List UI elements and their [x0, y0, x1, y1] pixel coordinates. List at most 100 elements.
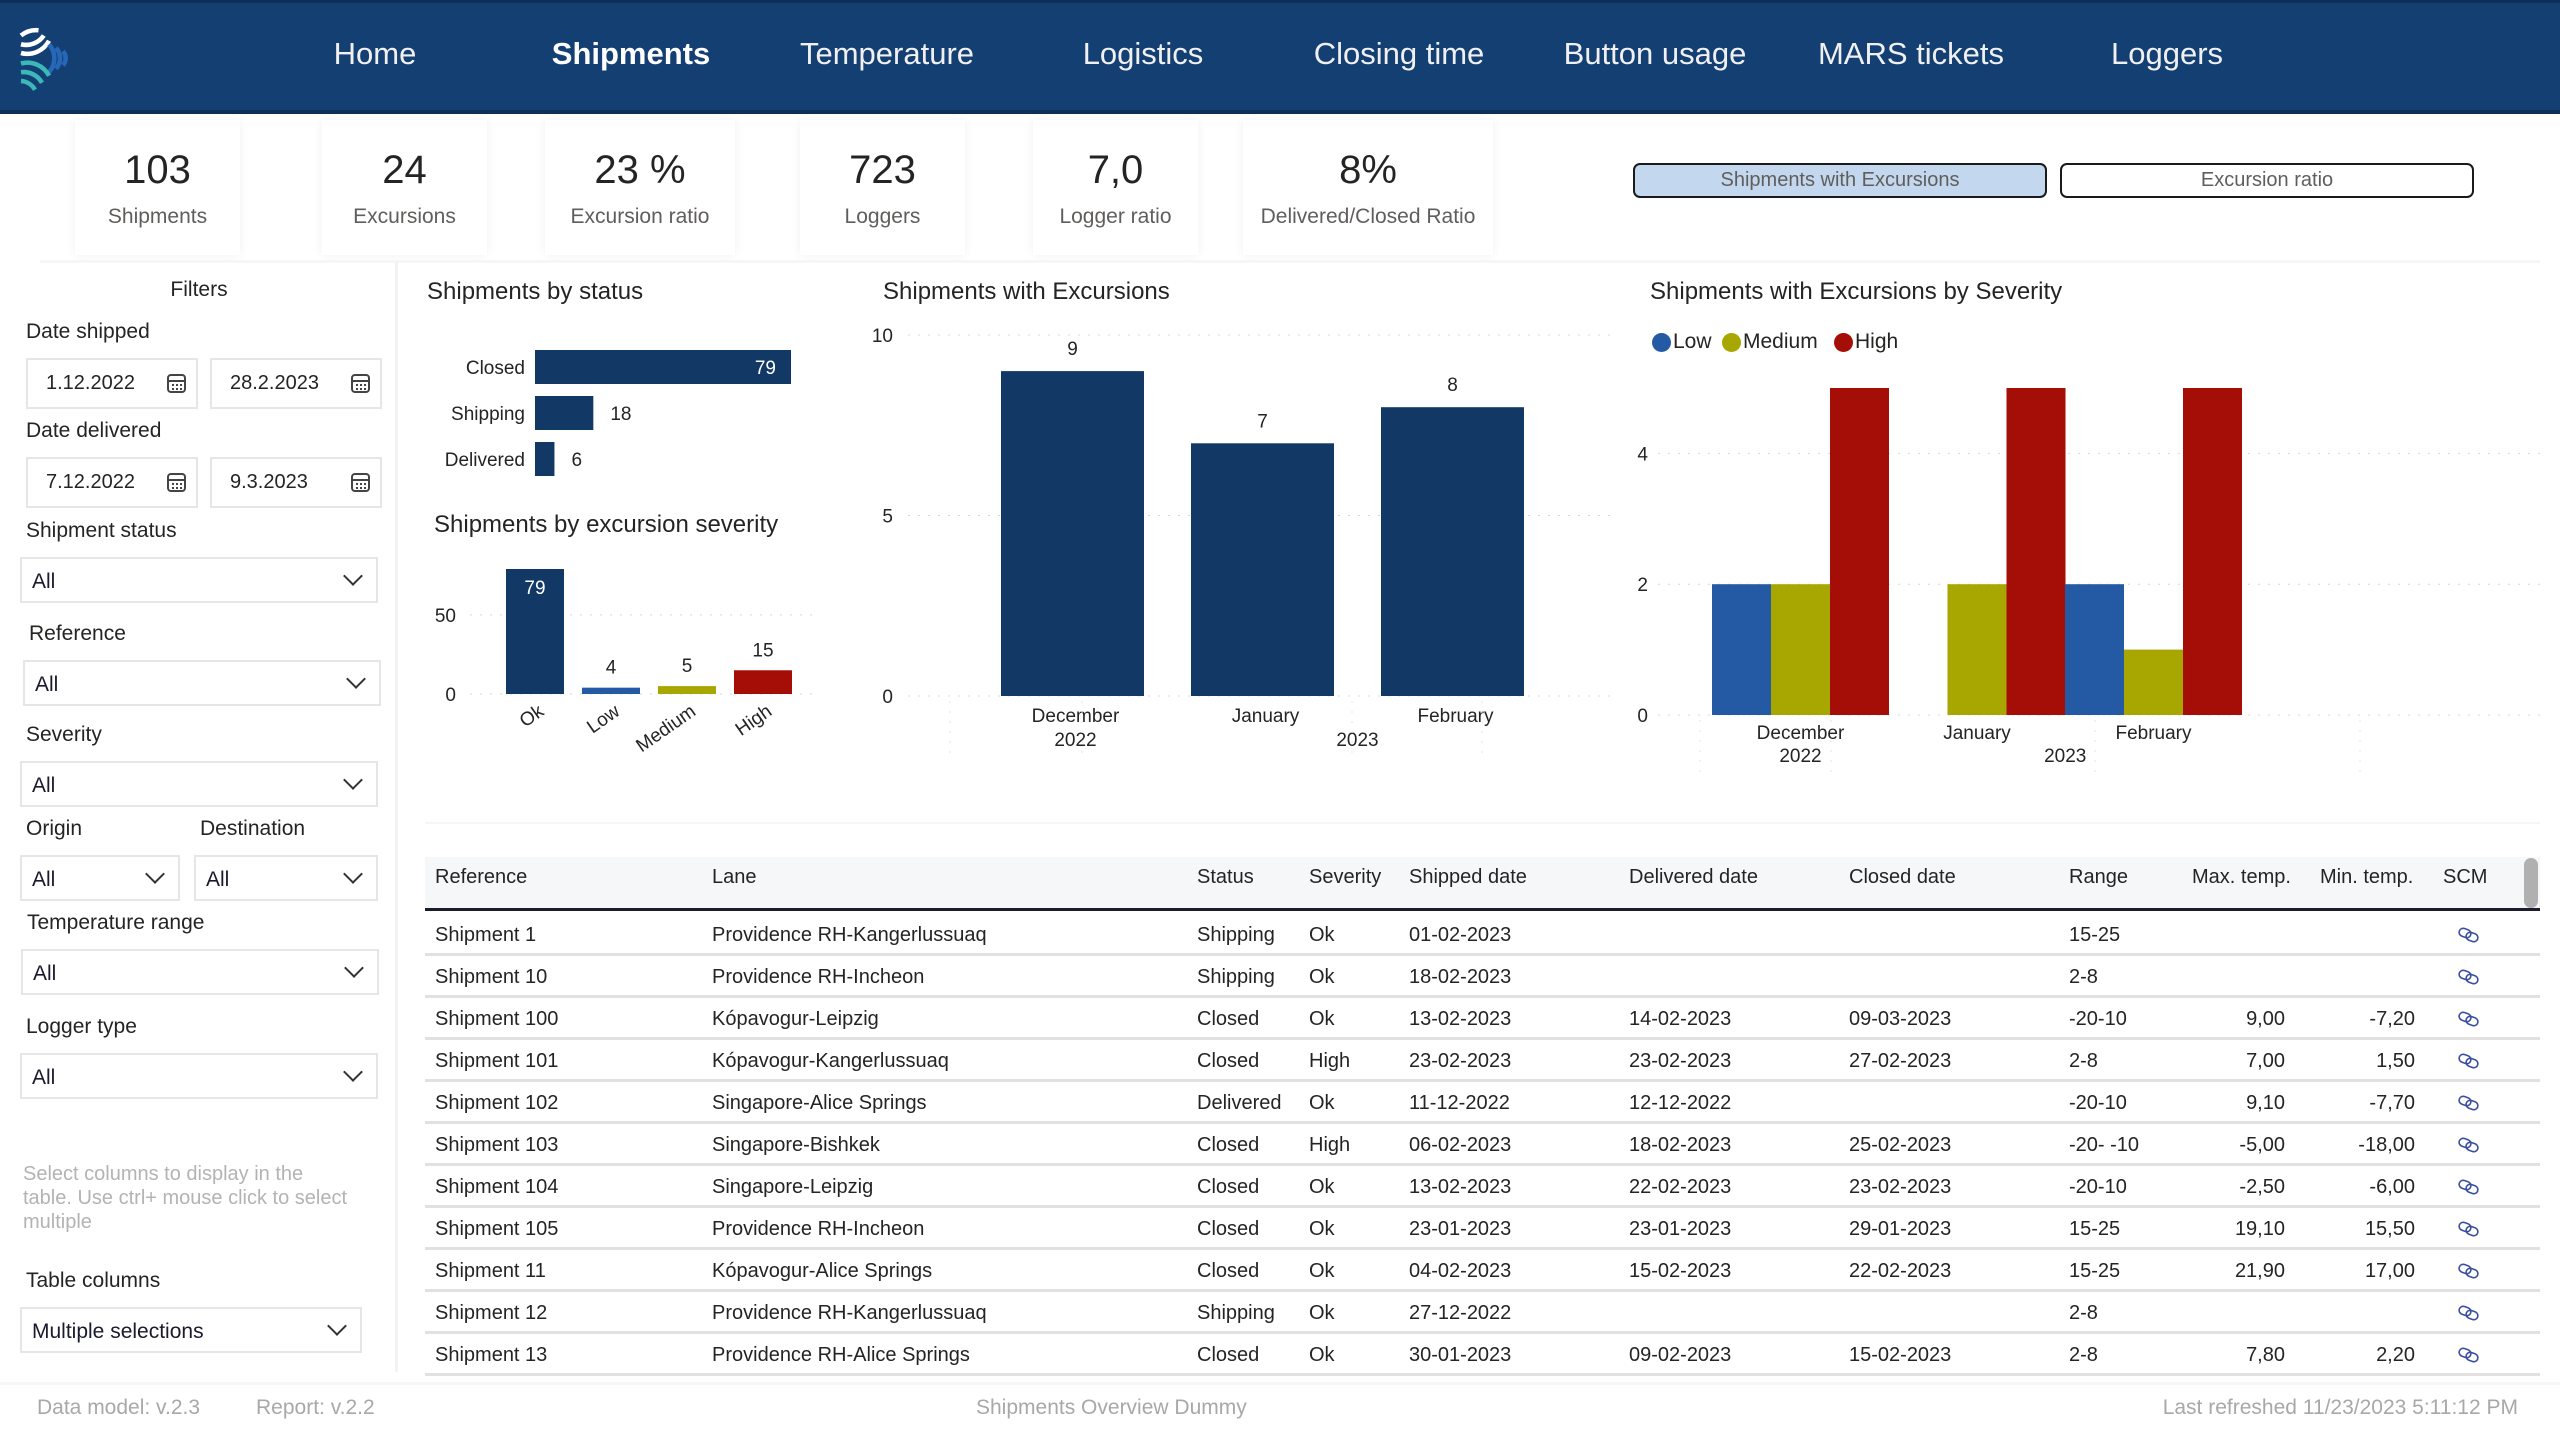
nav-button-usage[interactable]: Button usage	[1564, 36, 1747, 72]
nav-home[interactable]: Home	[334, 36, 417, 72]
link-icon[interactable]	[2457, 1095, 2481, 1111]
x-tick-label: High	[732, 701, 776, 741]
cell-delivered-date: 09-02-2023	[1629, 1344, 1732, 1366]
table-row[interactable]: Shipment 105 Providence RH-Incheon Closed O…	[425, 1208, 2540, 1250]
nav-logistics[interactable]: Logistics	[1083, 36, 1204, 72]
table-scrollbar[interactable]	[2524, 858, 2538, 908]
cell-shipped-date: 01-02-2023	[1409, 924, 1512, 946]
toggle-excursion-ratio[interactable]: Excursion ratio	[2060, 163, 2474, 198]
link-icon[interactable]	[2457, 1347, 2481, 1363]
link-icon[interactable]	[2457, 1137, 2481, 1153]
calendar-icon[interactable]	[351, 473, 370, 492]
x-tick-label: Medium	[632, 701, 699, 757]
nav-closing-time[interactable]: Closing time	[1314, 36, 1485, 72]
link-icon[interactable]	[2457, 927, 2481, 943]
table-row[interactable]: Shipment 103 Singapore-Bishkek Closed High 0…	[425, 1124, 2540, 1166]
cell-range: 15-25	[2069, 1218, 2121, 1240]
calendar-icon[interactable]	[167, 374, 186, 393]
table-row[interactable]: Shipment 12 Providence RH-Kangerlussuaq Sh…	[425, 1292, 2540, 1334]
date-delivered-to[interactable]: 9.3.2023	[210, 457, 382, 508]
col-status[interactable]: Status	[1197, 866, 1254, 889]
date-shipped-label: Date shipped	[26, 320, 150, 343]
table-columns-hint: Select columns to display in the table. …	[23, 1163, 348, 1233]
link-icon[interactable]	[2457, 969, 2481, 985]
reference-dropdown[interactable]: All	[23, 660, 381, 706]
logger-type-dropdown[interactable]: All	[20, 1053, 378, 1099]
kpi-label: Logger ratio	[1059, 205, 1172, 228]
cell-delivered-date: 14-02-2023	[1629, 1008, 1732, 1030]
col-delivered-date[interactable]: Delivered date	[1629, 866, 1758, 889]
link-icon[interactable]	[2457, 1305, 2481, 1321]
calendar-icon[interactable]	[167, 473, 186, 492]
shipment-status-dropdown[interactable]: All	[20, 557, 378, 603]
nav-temperature[interactable]: Temperature	[800, 36, 974, 72]
cell-range: 15-25	[2069, 924, 2121, 946]
bar-january-medium	[1947, 584, 2007, 715]
cell-max-temp: 7,80	[2246, 1344, 2285, 1366]
cell-min-temp: -18,00	[2358, 1134, 2415, 1156]
x-group-label: 2022	[1779, 746, 1821, 767]
link-icon[interactable]	[2457, 1179, 2481, 1195]
col-closed-date[interactable]: Closed date	[1849, 866, 1956, 889]
cell-reference: Shipment 100	[435, 1008, 559, 1030]
col-scm[interactable]: SCM	[2443, 866, 2487, 889]
dropdown-value: All	[32, 868, 56, 891]
nav-mars-tickets[interactable]: MARS tickets	[1818, 36, 2004, 72]
col-severity[interactable]: Severity	[1309, 866, 1381, 889]
destination-dropdown[interactable]: All	[194, 855, 378, 901]
data-label: 18	[610, 404, 631, 425]
link-icon[interactable]	[2457, 1221, 2481, 1237]
cell-delivered-date: 22-02-2023	[1629, 1176, 1732, 1198]
table-row[interactable]: Shipment 102 Singapore-Alice Springs Deliv…	[425, 1082, 2540, 1124]
cell-lane: Singapore-Alice Springs	[712, 1092, 927, 1114]
table-row[interactable]: Shipment 1 Providence RH-Kangerlussuaq Shi…	[425, 914, 2540, 956]
x-tick-label: December	[1757, 723, 1845, 744]
col-range[interactable]: Range	[2069, 866, 2128, 889]
cell-max-temp: 7,00	[2246, 1050, 2285, 1072]
dropdown-value: All	[32, 774, 56, 797]
chevron-down-icon	[145, 864, 165, 884]
cell-severity: Ok	[1309, 1260, 1335, 1282]
link-icon[interactable]	[2457, 1263, 2481, 1279]
cell-lane: Providence RH-Alice Springs	[712, 1344, 970, 1366]
calendar-icon[interactable]	[351, 374, 370, 393]
table-row[interactable]: Shipment 13 Providence RH-Alice Springs Cl…	[425, 1334, 2540, 1376]
temperature-range-dropdown[interactable]: All	[21, 949, 379, 995]
table-row[interactable]: Shipment 100 Kópavogur-Leipzig Closed Ok 13-…	[425, 998, 2540, 1040]
cell-range: 2-8	[2069, 1302, 2098, 1324]
nav-loggers[interactable]: Loggers	[2111, 36, 2223, 72]
table-row[interactable]: Shipment 104 Singapore-Leipzig Closed Ok 13-…	[425, 1166, 2540, 1208]
date-shipped-to[interactable]: 28.2.2023	[210, 358, 382, 409]
cell-lane: Singapore-Leipzig	[712, 1176, 874, 1198]
date-delivered-from[interactable]: 7.12.2022	[26, 457, 198, 508]
table-columns-dropdown[interactable]: Multiple selections	[20, 1307, 362, 1353]
severity-dropdown[interactable]: All	[20, 761, 378, 807]
table-row[interactable]: Shipment 11 Kópavogur-Alice Springs Closed…	[425, 1250, 2540, 1292]
col-min-temp[interactable]: Min. temp.	[2320, 866, 2413, 889]
col-max-temp[interactable]: Max. temp.	[2192, 866, 2291, 889]
dropdown-value: All	[32, 1066, 56, 1089]
nav-shipments[interactable]: Shipments	[552, 36, 710, 72]
x-tick-label: Ok	[516, 701, 548, 732]
filters-panel: Filters Date shipped 1.12.2022 28.2.2023…	[0, 262, 398, 1372]
bar-february-low	[2065, 584, 2124, 715]
toggle-shipments-with-excursions[interactable]: Shipments with Excursions	[1633, 163, 2047, 198]
chevron-down-icon	[346, 669, 366, 689]
date-shipped-from[interactable]: 1.12.2022	[26, 358, 198, 409]
col-shipped-date[interactable]: Shipped date	[1409, 866, 1527, 889]
cell-lane: Kópavogur-Kangerlussuaq	[712, 1050, 949, 1072]
y-tick-label: 0	[445, 685, 456, 706]
col-reference[interactable]: Reference	[435, 866, 527, 889]
cell-reference: Shipment 12	[435, 1302, 548, 1324]
link-icon[interactable]	[2457, 1011, 2481, 1027]
cell-reference: Shipment 103	[435, 1134, 559, 1156]
cell-delivered-date: 12-12-2022	[1629, 1092, 1732, 1114]
bar-closed	[535, 350, 791, 384]
col-lane[interactable]: Lane	[712, 866, 757, 889]
cell-severity: Ok	[1309, 1302, 1335, 1324]
link-icon[interactable]	[2457, 1053, 2481, 1069]
data-label: 8	[1447, 375, 1458, 396]
table-row[interactable]: Shipment 10 Providence RH-Incheon Shipping…	[425, 956, 2540, 998]
origin-dropdown[interactable]: All	[20, 855, 180, 901]
table-row[interactable]: Shipment 101 Kópavogur-Kangerlussuaq Close…	[425, 1040, 2540, 1082]
